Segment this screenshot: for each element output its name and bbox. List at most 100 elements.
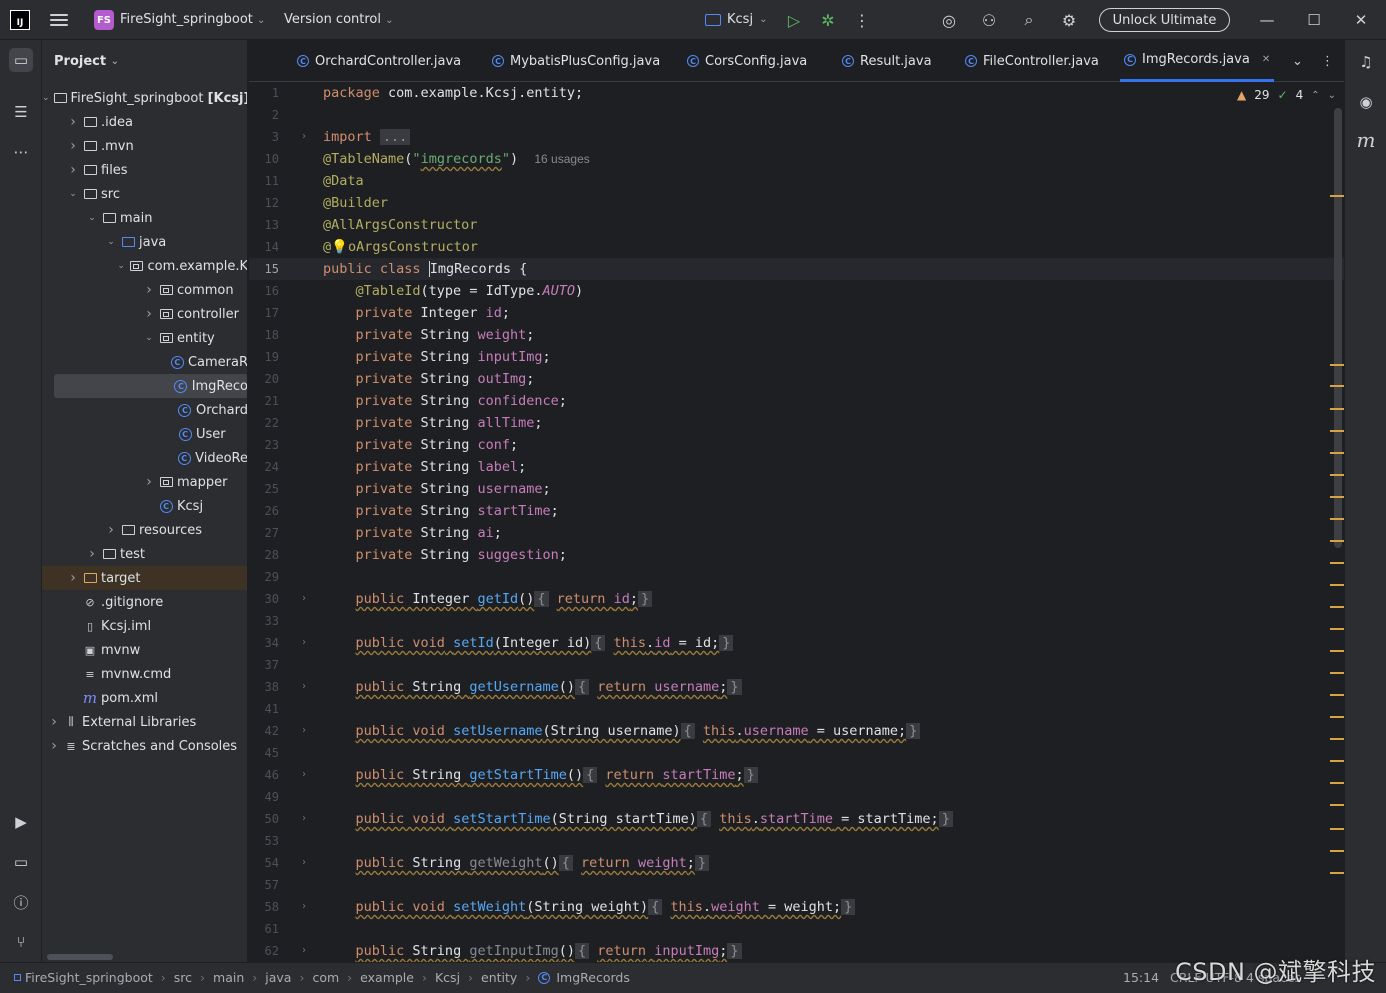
code-line[interactable]: 3 › import ...: [249, 126, 1344, 148]
code-line[interactable]: 29: [249, 566, 1344, 588]
code-line[interactable]: 16 @TableId(type = IdType.AUTO): [249, 280, 1344, 302]
tree-item[interactable]: ▯ Kcsj.iml: [42, 614, 247, 638]
code-line[interactable]: 30 › public Integer getId(){ return id;}: [249, 588, 1344, 610]
code-line[interactable]: 17 private Integer id;: [249, 302, 1344, 324]
fold-chevron-icon[interactable]: ›: [301, 588, 307, 610]
chevron-right-icon[interactable]: ›: [86, 546, 98, 562]
breadcrumb-item[interactable]: main: [213, 970, 244, 985]
tab-result[interactable]: C Result.java: [842, 40, 932, 82]
warning-stripe-mark[interactable]: [1330, 850, 1344, 852]
warning-stripe-mark[interactable]: [1330, 738, 1344, 740]
tree-item[interactable]: › controller: [42, 302, 247, 326]
code-line[interactable]: 27 private String ai;: [249, 522, 1344, 544]
tab-imgrecords[interactable]: C ImgRecords.java ✕: [1120, 40, 1275, 82]
code-line[interactable]: 26 private String startTime;: [249, 500, 1344, 522]
code-line[interactable]: 46 › public String getStartTime(){ return…: [249, 764, 1344, 786]
minimize-button[interactable]: —: [1257, 10, 1277, 30]
breadcrumb-item[interactable]: entity: [481, 970, 517, 985]
code-line[interactable]: 1 package com.example.Kcsj.entity;: [249, 82, 1344, 104]
breadcrumb-item[interactable]: example: [360, 970, 414, 985]
code-line[interactable]: 2: [249, 104, 1344, 126]
warning-stripe-mark[interactable]: [1330, 782, 1344, 784]
fold-chevron-icon[interactable]: ›: [301, 126, 307, 148]
warning-stripe-mark[interactable]: [1330, 364, 1344, 366]
code-line[interactable]: 15 public class ImgRecords {: [249, 258, 1344, 280]
chevron-down-icon[interactable]: ⌄: [105, 237, 117, 247]
warning-stripe-mark[interactable]: [1330, 760, 1344, 762]
settings-icon[interactable]: ⚙: [1059, 10, 1079, 30]
debug-icon[interactable]: ✲: [818, 10, 838, 30]
fold-chevron-icon[interactable]: ›: [301, 940, 307, 962]
chevron-right-icon[interactable]: ›: [48, 738, 60, 754]
code-line[interactable]: 10 @TableName("imgrecords") 16 usages: [249, 148, 1344, 170]
tree-item[interactable]: › resources: [42, 518, 247, 542]
fold-chevron-icon[interactable]: ›: [301, 632, 307, 654]
code-line[interactable]: 57: [249, 874, 1344, 896]
code-line[interactable]: 25 private String username;: [249, 478, 1344, 500]
breadcrumb-item[interactable]: ImgRecords: [556, 970, 630, 985]
code-line[interactable]: 38 › public String getUsername(){ return …: [249, 676, 1344, 698]
tree-item[interactable]: C ImgReco: [54, 374, 247, 398]
warning-stripe-mark[interactable]: [1330, 408, 1344, 410]
run-configuration-selector[interactable]: Kcsj ⌄: [705, 12, 767, 27]
code-line[interactable]: 22 private String allTime;: [249, 412, 1344, 434]
chevron-right-icon[interactable]: ›: [143, 282, 155, 298]
tree-item[interactable]: › ⫼ External Libraries: [42, 710, 247, 734]
tree-item[interactable]: ⌄ entity: [42, 326, 247, 350]
structure-tool-icon[interactable]: ☰: [9, 100, 33, 124]
code-line[interactable]: 42 › public void setUsername(String usern…: [249, 720, 1344, 742]
warning-stripe-mark[interactable]: [1330, 804, 1344, 806]
more-actions-icon[interactable]: ⋮: [852, 10, 872, 30]
inspection-widget[interactable]: ▲ 29 ✓ 4 ⌃ ⌄: [1237, 88, 1336, 102]
chevron-down-icon[interactable]: ⌄: [67, 189, 79, 199]
warning-stripe-mark[interactable]: [1330, 672, 1344, 674]
warning-stripe-mark[interactable]: [1330, 828, 1344, 830]
tree-item[interactable]: ≡ mvnw.cmd: [42, 662, 247, 686]
tree-item[interactable]: C VideoRe: [42, 446, 247, 470]
run-icon[interactable]: ▷: [784, 10, 804, 30]
tree-item[interactable]: ⌄ src: [42, 182, 247, 206]
intellij-logo-icon[interactable]: IJ: [10, 10, 30, 30]
code-line[interactable]: 20 private String outImg;: [249, 368, 1344, 390]
code-line[interactable]: 13 @AllArgsConstructor: [249, 214, 1344, 236]
add-user-icon[interactable]: ⚇: [979, 10, 999, 30]
code-line[interactable]: 28 private String suggestion;: [249, 544, 1344, 566]
tab-mybatisplusconfig[interactable]: C MybatisPlusConfig.java: [492, 40, 660, 82]
chevron-right-icon[interactable]: ›: [105, 522, 117, 538]
close-tab-icon[interactable]: ✕: [1262, 54, 1270, 65]
tree-item[interactable]: ⌄ main: [42, 206, 247, 230]
horizontal-scrollbar[interactable]: [47, 954, 113, 960]
code-line[interactable]: 23 private String conf;: [249, 434, 1344, 456]
warning-stripe-mark[interactable]: [1330, 496, 1344, 498]
tabs-dropdown-icon[interactable]: ⌄: [1292, 40, 1303, 82]
chevron-right-icon[interactable]: ›: [143, 474, 155, 490]
code-line[interactable]: 58 › public void setWeight(String weight)…: [249, 896, 1344, 918]
ai-assistant-icon[interactable]: ◎: [939, 10, 959, 30]
code-line[interactable]: 12 @Builder: [249, 192, 1344, 214]
chevron-down-icon[interactable]: ⌄: [86, 213, 98, 223]
next-highlight-icon[interactable]: ⌄: [1328, 90, 1336, 101]
breadcrumb-item[interactable]: FireSight_springboot: [25, 970, 153, 985]
breadcrumb-item[interactable]: Kcsj: [435, 970, 460, 985]
warning-stripe-mark[interactable]: [1330, 385, 1344, 387]
warning-stripe-mark[interactable]: [1330, 584, 1344, 586]
terminal-icon[interactable]: ▭: [9, 850, 33, 874]
unlock-ultimate-button[interactable]: Unlock Ultimate: [1099, 8, 1230, 32]
tree-item[interactable]: ⌄ FireSight_springboot [Kcsj]: [42, 86, 247, 110]
prev-highlight-icon[interactable]: ⌃: [1311, 90, 1319, 101]
chevron-down-icon[interactable]: ⌄: [143, 333, 155, 343]
tree-item[interactable]: › target: [42, 566, 247, 590]
notifications-icon[interactable]: ♫: [1354, 50, 1378, 74]
more-tools-icon[interactable]: ⋯: [9, 140, 33, 164]
warning-stripe-mark[interactable]: [1330, 474, 1344, 476]
warning-stripe-mark[interactable]: [1330, 430, 1344, 432]
code-line[interactable]: 49: [249, 786, 1344, 808]
fold-chevron-icon[interactable]: ›: [301, 852, 307, 874]
chevron-right-icon[interactable]: ›: [48, 714, 60, 730]
breadcrumb-item[interactable]: java: [265, 970, 291, 985]
tab-filecontroller[interactable]: C FileController.java: [965, 40, 1099, 82]
code-line[interactable]: 11 @Data: [249, 170, 1344, 192]
tabs-more-icon[interactable]: ⋮: [1321, 40, 1334, 82]
code-line[interactable]: 54 › public String getWeight(){ return we…: [249, 852, 1344, 874]
fold-chevron-icon[interactable]: ›: [301, 764, 307, 786]
